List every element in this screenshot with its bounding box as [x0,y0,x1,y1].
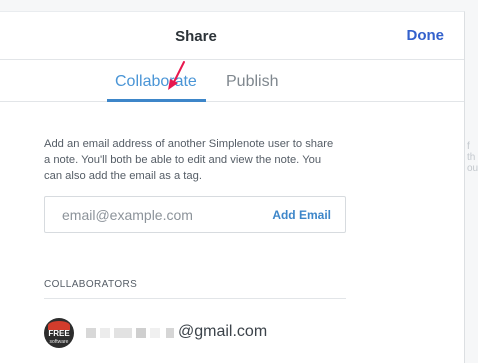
avatar-logo-subtext: software [49,339,69,345]
avatar: FREE software [44,318,74,348]
email-input[interactable] [62,207,252,223]
done-button[interactable]: Done [407,27,445,44]
background-text-line-1: f th [467,141,476,163]
add-email-button[interactable]: Add Email [272,208,331,222]
redacted-block [114,328,132,338]
avatar-logo-text: FREE [48,329,70,338]
redacted-block [150,328,160,338]
collaborator-email: @gmail.com [178,323,268,340]
active-tab-indicator [107,99,206,102]
redacted-block [166,328,174,338]
dialog-header: Share Done [0,12,464,60]
collaborator-row: FREE software @gmail.com [44,317,346,349]
redacted-block [100,328,110,338]
collaborate-description: Add an email address of another Simpleno… [44,138,334,182]
add-email-form: Add Email [44,196,346,233]
share-dialog: Share Done Collaborate Publish Add an em… [0,11,465,363]
arrow-annotation-icon [168,61,185,90]
collaborators-divider [44,298,346,299]
background-text-line-2: ou [467,163,478,174]
redacted-block [136,328,146,338]
dialog-title: Share [175,28,217,45]
redacted-block [86,328,96,338]
tab-publish[interactable]: Publish [226,73,278,91]
share-tabs: Collaborate Publish [0,61,464,102]
collaborators-heading: COLLABORATORS [44,279,138,290]
